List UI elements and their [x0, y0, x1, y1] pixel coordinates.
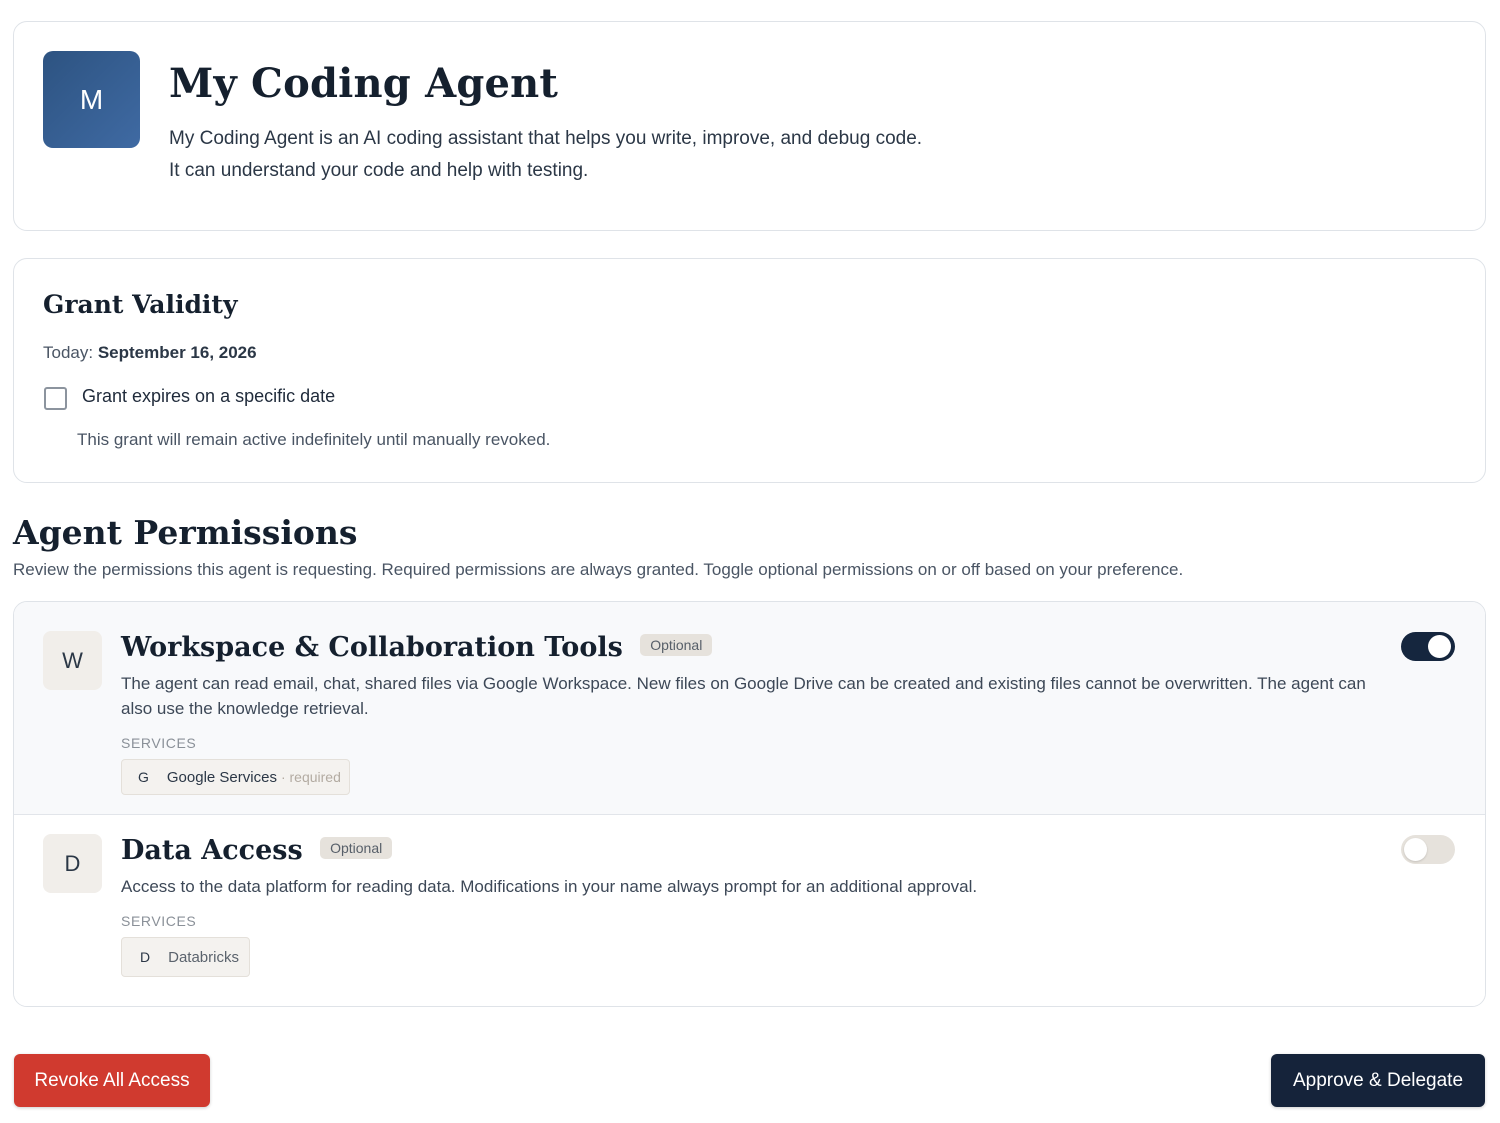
agent-avatar: M [43, 51, 140, 148]
grant-validity-title: Grant Validity [43, 290, 238, 319]
workspace-icon: W [43, 631, 102, 690]
service-name: Databricks [168, 948, 239, 966]
permission-title: Data Access Optional [121, 835, 393, 866]
data-access-permission-toggle[interactable] [1401, 835, 1455, 864]
permission-title-text: Workspace & Collaboration Tools [121, 632, 623, 663]
grant-validity-note: This grant will remain active indefinite… [77, 430, 551, 449]
permission-description: The agent can read email, chat, shared f… [121, 674, 1366, 718]
today-date: Today: September 16, 2026 [43, 343, 257, 363]
agent-description-line-1: My Coding Agent is an AI coding assistan… [169, 128, 923, 149]
service-chip-google: G Google Services · required [121, 759, 350, 795]
agent-name: My Coding Agent [169, 60, 559, 107]
today-value: September 16, 2026 [97, 343, 257, 362]
toggle-knob [1428, 635, 1451, 658]
agent-description-line-2: It can understand your code and help wit… [169, 160, 589, 181]
service-chip-databricks: D Databricks [121, 937, 250, 977]
approve-delegate-button[interactable]: Approve & Delegate [1271, 1054, 1485, 1107]
workspace-permission-toggle[interactable] [1401, 632, 1455, 661]
permissions-subtitle: Review the permissions this agent is req… [13, 560, 1184, 579]
optional-badge: Optional [320, 836, 393, 859]
permissions-title: Agent Permissions [13, 513, 358, 552]
grant-validity-card: Grant Validity Today: September 16, 2026… [13, 258, 1486, 483]
permissions-list: W Workspace & Collaboration Tools Option… [13, 601, 1486, 1007]
permission-item-workspace: W Workspace & Collaboration Tools Option… [14, 602, 1485, 815]
permission-title: Workspace & Collaboration Tools Optional [121, 632, 713, 663]
service-required-tag: · required [280, 769, 341, 785]
data-access-icon: D [43, 834, 102, 893]
agent-description: My Coding Agent is an AI coding assistan… [169, 123, 922, 187]
databricks-icon: D [140, 949, 151, 965]
grant-expiry-checkbox-label[interactable]: Grant expires on a specific date [82, 386, 335, 407]
today-label: Today: [43, 343, 94, 362]
permission-item-data-access: D Data Access Optional Access to the dat… [14, 815, 1485, 1006]
services-label: SERVICES [121, 735, 197, 751]
services-label: SERVICES [121, 913, 197, 929]
revoke-all-access-button[interactable]: Revoke All Access [14, 1054, 210, 1107]
service-name: Google Services [166, 768, 277, 786]
agent-info-card: M My Coding Agent My Coding Agent is an … [13, 21, 1486, 231]
permission-description: Access to the data platform for reading … [121, 877, 978, 896]
permission-title-text: Data Access [121, 835, 303, 866]
optional-badge: Optional [640, 633, 713, 656]
toggle-knob [1404, 838, 1427, 861]
google-icon: G [138, 769, 149, 785]
grant-expiry-checkbox[interactable] [44, 387, 67, 410]
